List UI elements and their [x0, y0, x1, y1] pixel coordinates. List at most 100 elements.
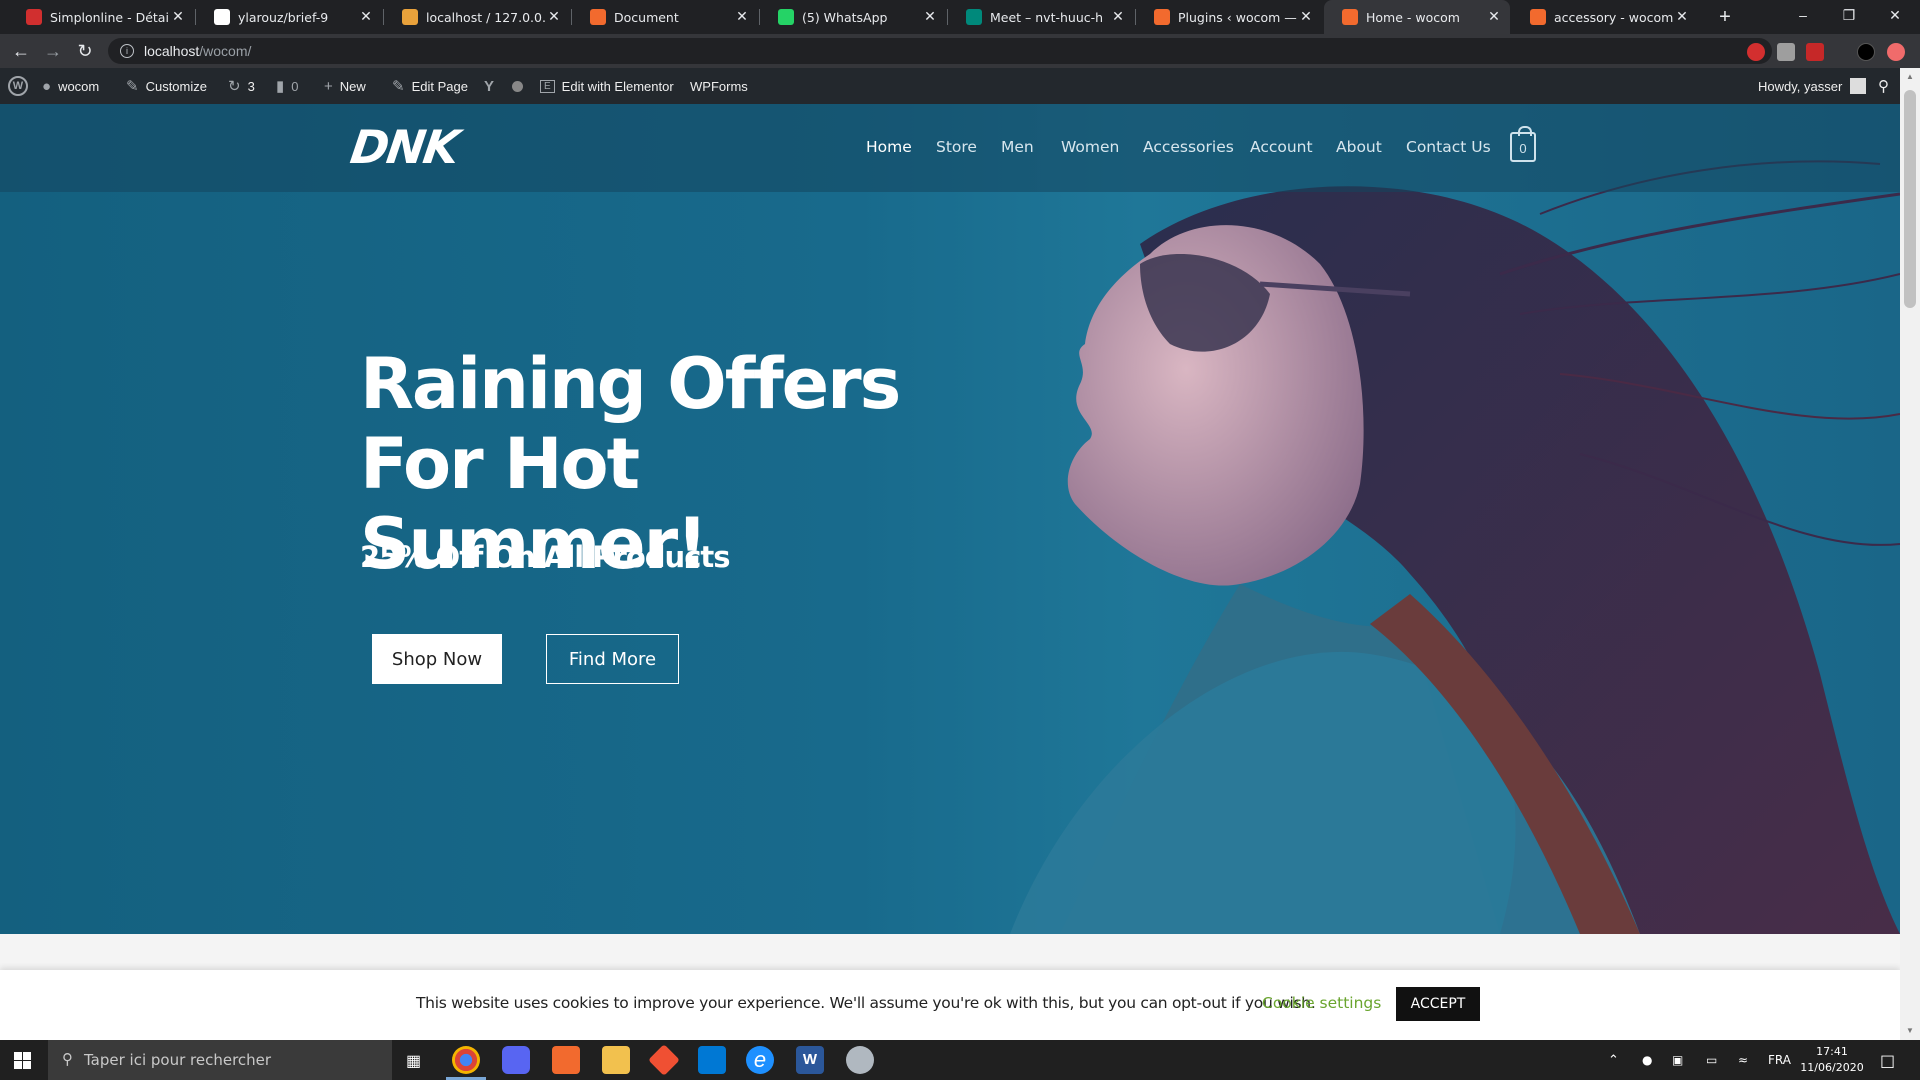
action-center-icon[interactable]: □	[1880, 1040, 1895, 1080]
browser-tab-title: Home - wocom	[1366, 9, 1460, 25]
extension-gray-icon[interactable]	[1777, 43, 1795, 61]
cookie-accept-button[interactable]: ACCEPT	[1396, 987, 1480, 1021]
updates-icon: ↻	[228, 78, 241, 95]
yoast-icon[interactable]: Y	[484, 68, 501, 104]
tab-separator	[1135, 9, 1136, 25]
task-view-icon[interactable]: ▦	[406, 1051, 421, 1071]
close-window-icon[interactable]: ✕	[1872, 0, 1918, 30]
scroll-down-arrow-icon[interactable]: ▼	[1906, 1026, 1914, 1035]
xampp-app-icon[interactable]	[552, 1046, 580, 1074]
browser-tab[interactable]: ylarouz/brief-9 ✕	[196, 0, 382, 34]
elementor-icon: E	[540, 79, 555, 93]
nav-store[interactable]: Store	[936, 138, 977, 156]
wordpress-logo-icon[interactable]: W	[8, 68, 28, 104]
site-info-icon[interactable]: i	[120, 44, 134, 58]
forward-arrow-icon[interactable]: →	[40, 38, 66, 64]
close-tab-icon[interactable]: ✕	[170, 9, 186, 25]
admin-account-menu[interactable]: Howdy, yasser	[1758, 68, 1867, 104]
browser-tab[interactable]: accessory - wocom ✕	[1512, 0, 1698, 34]
tray-expand-chevron-icon[interactable]: ⌃	[1608, 1040, 1619, 1080]
browser-tab[interactable]: Simplonline - Détails d✕	[8, 0, 194, 34]
meet-icon	[966, 9, 982, 25]
close-tab-icon[interactable]: ✕	[546, 9, 562, 25]
admin-updates-link[interactable]: ↻ 3	[228, 68, 255, 104]
search-icon: ⚲	[62, 1050, 73, 1068]
hero-section: DNK Home Store Men Women Accessories Acc…	[0, 104, 1900, 934]
admin-elementor-label: Edit with Elementor	[561, 78, 674, 94]
nav-about[interactable]: About	[1336, 138, 1382, 156]
browser-tab[interactable]: Plugins ‹ wocom — Wc✕	[1136, 0, 1322, 34]
restore-window-icon[interactable]: ❐	[1826, 0, 1872, 30]
browser-tab[interactable]: Document ✕	[572, 0, 758, 34]
site-logo[interactable]: DNK	[347, 120, 461, 174]
browser-tab[interactable]: localhost / 127.0.0.1 | p✕	[384, 0, 570, 34]
adblock-icon[interactable]	[1806, 43, 1824, 61]
internet-explorer-icon[interactable]: e	[746, 1046, 774, 1074]
admin-customize-link[interactable]: ✎ Customize	[126, 68, 207, 104]
vscode-app-icon[interactable]	[698, 1046, 726, 1074]
wifi-icon[interactable]: ≈	[1738, 1040, 1748, 1080]
shop-now-button[interactable]: Shop Now	[372, 634, 502, 684]
close-tab-icon[interactable]: ✕	[734, 9, 750, 25]
taskbar-clock[interactable]: 17:41 11/06/2020	[1800, 1044, 1864, 1076]
profile-avatar[interactable]	[1857, 43, 1875, 61]
xampp-icon	[590, 9, 606, 25]
cart-icon[interactable]: 0	[1510, 126, 1536, 162]
close-tab-icon[interactable]: ✕	[1298, 9, 1314, 25]
discord-app-icon[interactable]	[502, 1046, 530, 1074]
browser-tab[interactable]: Home - wocom ✕	[1324, 0, 1510, 34]
browser-tab[interactable]: Meet – nvt-huuc-h ✕	[948, 0, 1134, 34]
browser-tab[interactable]: (5) WhatsApp ✕	[760, 0, 946, 34]
address-bar[interactable]: i localhost/wocom/	[108, 38, 1772, 64]
minimize-window-icon[interactable]: –	[1780, 0, 1826, 30]
close-tab-icon[interactable]: ✕	[358, 9, 374, 25]
notification-badge-icon[interactable]: ▣	[1672, 1040, 1683, 1080]
chrome-app-icon[interactable]	[452, 1046, 480, 1074]
browser-tab-title: Document	[614, 9, 679, 25]
admin-elementor-link[interactable]: E Edit with Elementor	[540, 68, 674, 104]
admin-search-icon[interactable]: ⚲	[1878, 68, 1889, 104]
close-tab-icon[interactable]: ✕	[922, 9, 938, 25]
extension-red-icon[interactable]	[1747, 43, 1765, 61]
language-indicator[interactable]: FRA	[1768, 1040, 1791, 1080]
git-app-icon[interactable]	[648, 1044, 680, 1076]
tab-separator	[383, 9, 384, 25]
nav-home[interactable]: Home	[866, 138, 912, 156]
windows-start-icon[interactable]	[14, 1052, 31, 1069]
scrollbar-thumb[interactable]	[1904, 90, 1916, 308]
nav-accessories[interactable]: Accessories	[1143, 138, 1234, 156]
extension-pink-icon[interactable]	[1887, 43, 1905, 61]
close-tab-icon[interactable]: ✕	[1674, 9, 1690, 25]
whatsapp-icon	[778, 9, 794, 25]
nav-men[interactable]: Men	[1001, 138, 1034, 156]
new-tab-button[interactable]: +	[1702, 2, 1748, 32]
nav-women[interactable]: Women	[1061, 138, 1119, 156]
admin-wpforms-link[interactable]: WPForms	[690, 68, 748, 104]
scroll-up-arrow-icon[interactable]: ▲	[1906, 72, 1914, 81]
cookie-settings-link[interactable]: Cookie settings	[1262, 994, 1381, 1012]
browser-tab-title: Simplonline - Détails d	[50, 9, 170, 25]
admin-new-link[interactable]: + New	[324, 68, 366, 104]
admin-updates-count: 3	[247, 78, 255, 94]
paint-app-icon[interactable]	[846, 1046, 874, 1074]
page-scrollbar[interactable]: ▲ ▼	[1900, 68, 1920, 1040]
find-more-button[interactable]: Find More	[546, 634, 679, 684]
word-app-icon[interactable]: W	[796, 1046, 824, 1074]
cookie-message: This website uses cookies to improve you…	[416, 994, 1316, 1012]
wp-admin-bar: W ● wocom ✎ Customize ↻ 3 ▮ 0 + New ✎ Edit Pag…	[0, 68, 1920, 104]
close-tab-icon[interactable]: ✕	[1110, 9, 1126, 25]
taskbar-search-box[interactable]: ⚲ Taper ici pour rechercher	[48, 1040, 392, 1080]
file-explorer-icon[interactable]	[602, 1046, 630, 1074]
admin-comments-link[interactable]: ▮ 0	[276, 68, 299, 104]
admin-site-link[interactable]: ● wocom	[42, 68, 99, 104]
nav-account[interactable]: Account	[1250, 138, 1313, 156]
reload-icon[interactable]: ↻	[72, 38, 98, 64]
back-arrow-icon[interactable]: ←	[8, 38, 34, 64]
nav-contact-us[interactable]: Contact Us	[1406, 138, 1491, 156]
windows-taskbar: ⚲ Taper ici pour rechercher ▦ e W ⌃ ● ▣ …	[0, 1040, 1920, 1080]
battery-icon[interactable]: ▭	[1706, 1040, 1717, 1080]
admin-edit-page-link[interactable]: ✎ Edit Page	[392, 68, 468, 104]
close-tab-icon[interactable]: ✕	[1486, 9, 1502, 25]
microphone-icon[interactable]: ●	[1642, 1040, 1652, 1080]
browser-tab-title: (5) WhatsApp	[802, 9, 888, 25]
